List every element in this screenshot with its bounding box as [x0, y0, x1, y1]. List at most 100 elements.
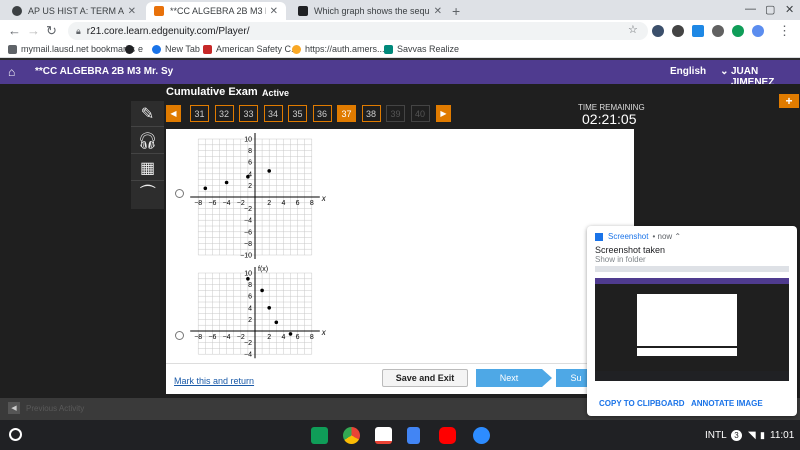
bookmark-mymail[interactable]: mymail.lausd.net bookmarks — [8, 44, 135, 54]
language-selector[interactable]: English ⌄ — [670, 66, 729, 77]
annotate-image-button[interactable]: ANNOTATE IMAGE — [691, 399, 763, 408]
question-button-37[interactable]: 37 — [337, 105, 356, 122]
bookmark-e[interactable]: e — [125, 44, 143, 54]
bookmark-new-tab[interactable]: New Tab — [152, 44, 200, 54]
answer-radio-b[interactable] — [175, 331, 184, 340]
previous-activity-icon[interactable]: ◀ — [8, 402, 20, 414]
question-button-39[interactable]: 39 — [386, 105, 405, 122]
minimize-icon[interactable]: — — [745, 3, 756, 15]
extension-icon[interactable] — [652, 25, 664, 37]
extension-icon[interactable] — [732, 25, 744, 37]
extension-icon[interactable] — [672, 25, 684, 37]
notification-header: Screenshot • now ⌃ — [595, 232, 681, 241]
x-tick-label: 6 — [296, 200, 300, 207]
answer-radio-a[interactable] — [175, 189, 184, 198]
zoom-icon[interactable] — [473, 427, 490, 444]
menu-kebab-icon[interactable]: ⋮ — [778, 23, 791, 39]
prev-question-button[interactable]: ◀ — [166, 105, 181, 122]
reload-icon[interactable]: ↻ — [46, 23, 57, 39]
tab-favicon-icon — [12, 6, 22, 16]
chevron-down-icon: ⌄ — [720, 66, 729, 77]
calculator-icon[interactable]: ▦ — [131, 155, 164, 181]
question-button-32[interactable]: 32 — [214, 105, 234, 122]
x-tick-label: −6 — [208, 334, 216, 341]
y-tick-label: −6 — [244, 229, 252, 236]
bookmark-label: American Safety C... — [216, 44, 299, 54]
screenshot-thumbnail[interactable] — [595, 266, 789, 381]
gmail-icon[interactable] — [375, 427, 392, 444]
back-icon[interactable]: ← — [8, 23, 21, 38]
tab-which-graph[interactable]: Which graph shows the sequenc ✕ — [290, 2, 450, 20]
course-title: **CC ALGEBRA 2B M3 Mr. Sy — [35, 66, 174, 77]
close-window-icon[interactable]: ✕ — [785, 3, 794, 16]
data-point — [267, 169, 271, 173]
data-point — [260, 288, 264, 293]
bookmark-label: Savvas Realize — [397, 44, 460, 54]
chrome-icon[interactable] — [343, 427, 360, 444]
forward-icon[interactable]: → — [27, 23, 40, 38]
question-button-31[interactable]: 31 — [190, 105, 209, 122]
browser-tab-strip: AP US HIST A: TERM A3- PERIOD ✕ **CC ALG… — [0, 0, 800, 20]
x-tick-label: −4 — [223, 200, 231, 207]
data-point — [288, 332, 293, 336]
tab-title: AP US HIST A: TERM A3- PERIOD — [28, 6, 124, 16]
launcher-icon[interactable] — [9, 428, 22, 441]
battery-icon[interactable]: ▮ — [760, 430, 765, 441]
favicon-icon — [384, 44, 393, 54]
screenshot-notification: Screenshot • now ⌃ Screenshot taken Show… — [587, 226, 797, 416]
question-button-34[interactable]: 34 — [263, 105, 283, 122]
bookmark-savvas[interactable]: Savvas Realize — [384, 44, 459, 54]
show-in-folder-link[interactable]: Show in folder — [595, 255, 646, 264]
notification-count-badge[interactable]: 3 — [731, 430, 742, 441]
notification-time[interactable]: • now ⌃ — [652, 232, 681, 241]
x-tick-label: 8 — [310, 200, 314, 207]
copy-to-clipboard-button[interactable]: COPY TO CLIPBOARD — [599, 399, 685, 408]
bookmark-label: New Tab — [165, 44, 200, 54]
lock-icon: 🔒︎ — [76, 25, 81, 36]
profile-avatar[interactable] — [752, 25, 764, 37]
globe-icon — [152, 44, 161, 54]
question-button-38[interactable]: 38 — [361, 105, 381, 122]
headphones-icon[interactable]: 🎧︎ — [131, 128, 164, 154]
data-point — [274, 320, 279, 325]
x-tick-label: 4 — [281, 200, 285, 207]
question-button-33[interactable]: 33 — [239, 105, 258, 122]
save-and-exit-button[interactable]: Save and Exit — [382, 369, 468, 387]
plus-icon[interactable]: + — [779, 94, 799, 108]
x-tick-label: 8 — [310, 334, 314, 341]
app-header: ⌂ **CC ALGEBRA 2B M3 Mr. Sy English ⌄ JUA… — [0, 60, 800, 88]
next-question-button[interactable]: ▶ — [436, 105, 451, 122]
wifi-icon[interactable]: ◥ — [748, 430, 756, 441]
url-text: r21.core.learn.edgenuity.com/Player/ — [86, 25, 250, 37]
maximize-icon[interactable]: ▢ — [765, 3, 775, 16]
home-icon[interactable]: ⌂ — [8, 65, 15, 79]
bookmark-star-icon[interactable]: ☆ — [628, 23, 638, 36]
y-tick-label: 6 — [248, 294, 252, 301]
x-tick-label: −8 — [194, 200, 202, 207]
clock-time[interactable]: 11:01 — [770, 430, 794, 441]
youtube-icon[interactable] — [439, 427, 456, 444]
close-tab-icon[interactable]: ✕ — [434, 6, 442, 17]
extension-icon[interactable] — [692, 25, 704, 37]
tab-ap-us-history[interactable]: AP US HIST A: TERM A3- PERIOD ✕ — [4, 2, 144, 20]
question-button-36[interactable]: 36 — [312, 105, 332, 122]
mark-and-return-link[interactable]: Mark this and return — [174, 376, 254, 386]
compass-icon[interactable]: ⏜ — [131, 182, 164, 208]
extension-icon[interactable] — [712, 25, 724, 37]
folder-icon — [8, 44, 17, 54]
docs-icon[interactable] — [407, 427, 420, 444]
close-tab-icon[interactable]: ✕ — [128, 6, 136, 17]
previous-activity-label[interactable]: Previous Activity — [26, 404, 84, 413]
bookmark-auth[interactable]: https://auth.amers... — [292, 44, 385, 54]
pencil-icon[interactable]: ✎ — [131, 101, 164, 127]
address-bar[interactable]: 🔒︎ r21.core.learn.edgenuity.com/Player/ — [68, 22, 648, 40]
bookmark-american-safety[interactable]: American Safety C... — [203, 44, 299, 54]
question-button-40[interactable]: 40 — [410, 105, 430, 122]
close-tab-icon[interactable]: ✕ — [270, 6, 278, 17]
tab-algebra[interactable]: **CC ALGEBRA 2B M3 Mr. Sy - Ed ✕ — [146, 2, 286, 20]
input-method[interactable]: INTL — [705, 430, 727, 441]
question-button-35[interactable]: 35 — [288, 105, 307, 122]
next-button[interactable]: Next — [476, 369, 542, 387]
new-tab-icon[interactable]: + — [452, 3, 460, 19]
classroom-icon[interactable] — [311, 427, 328, 444]
